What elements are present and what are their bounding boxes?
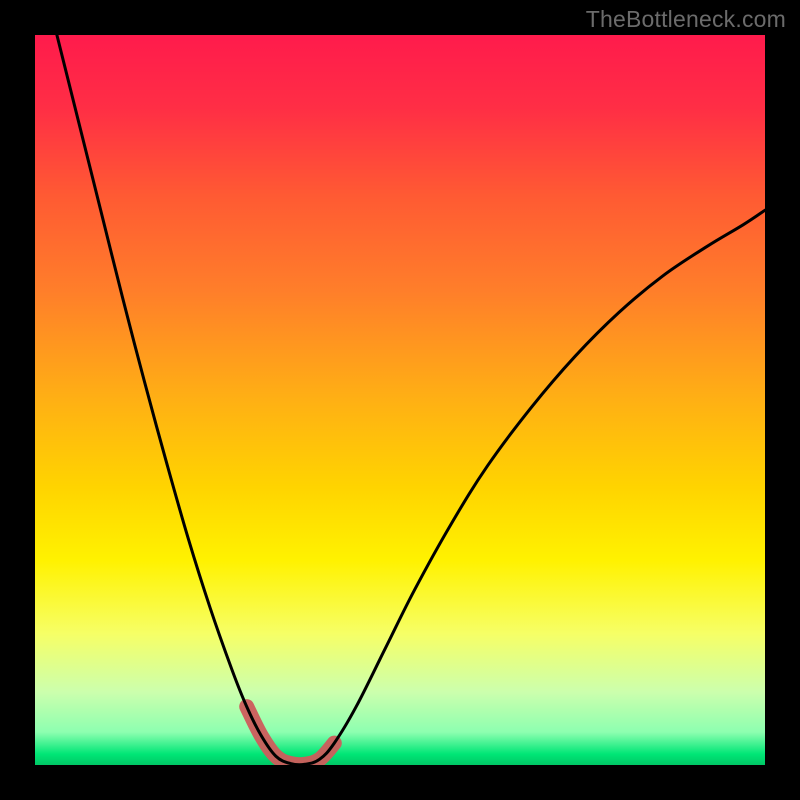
curve-line [35,35,765,765]
plot-area [35,35,765,765]
watermark-text: TheBottleneck.com [586,6,786,33]
chart-stage: TheBottleneck.com [0,0,800,800]
